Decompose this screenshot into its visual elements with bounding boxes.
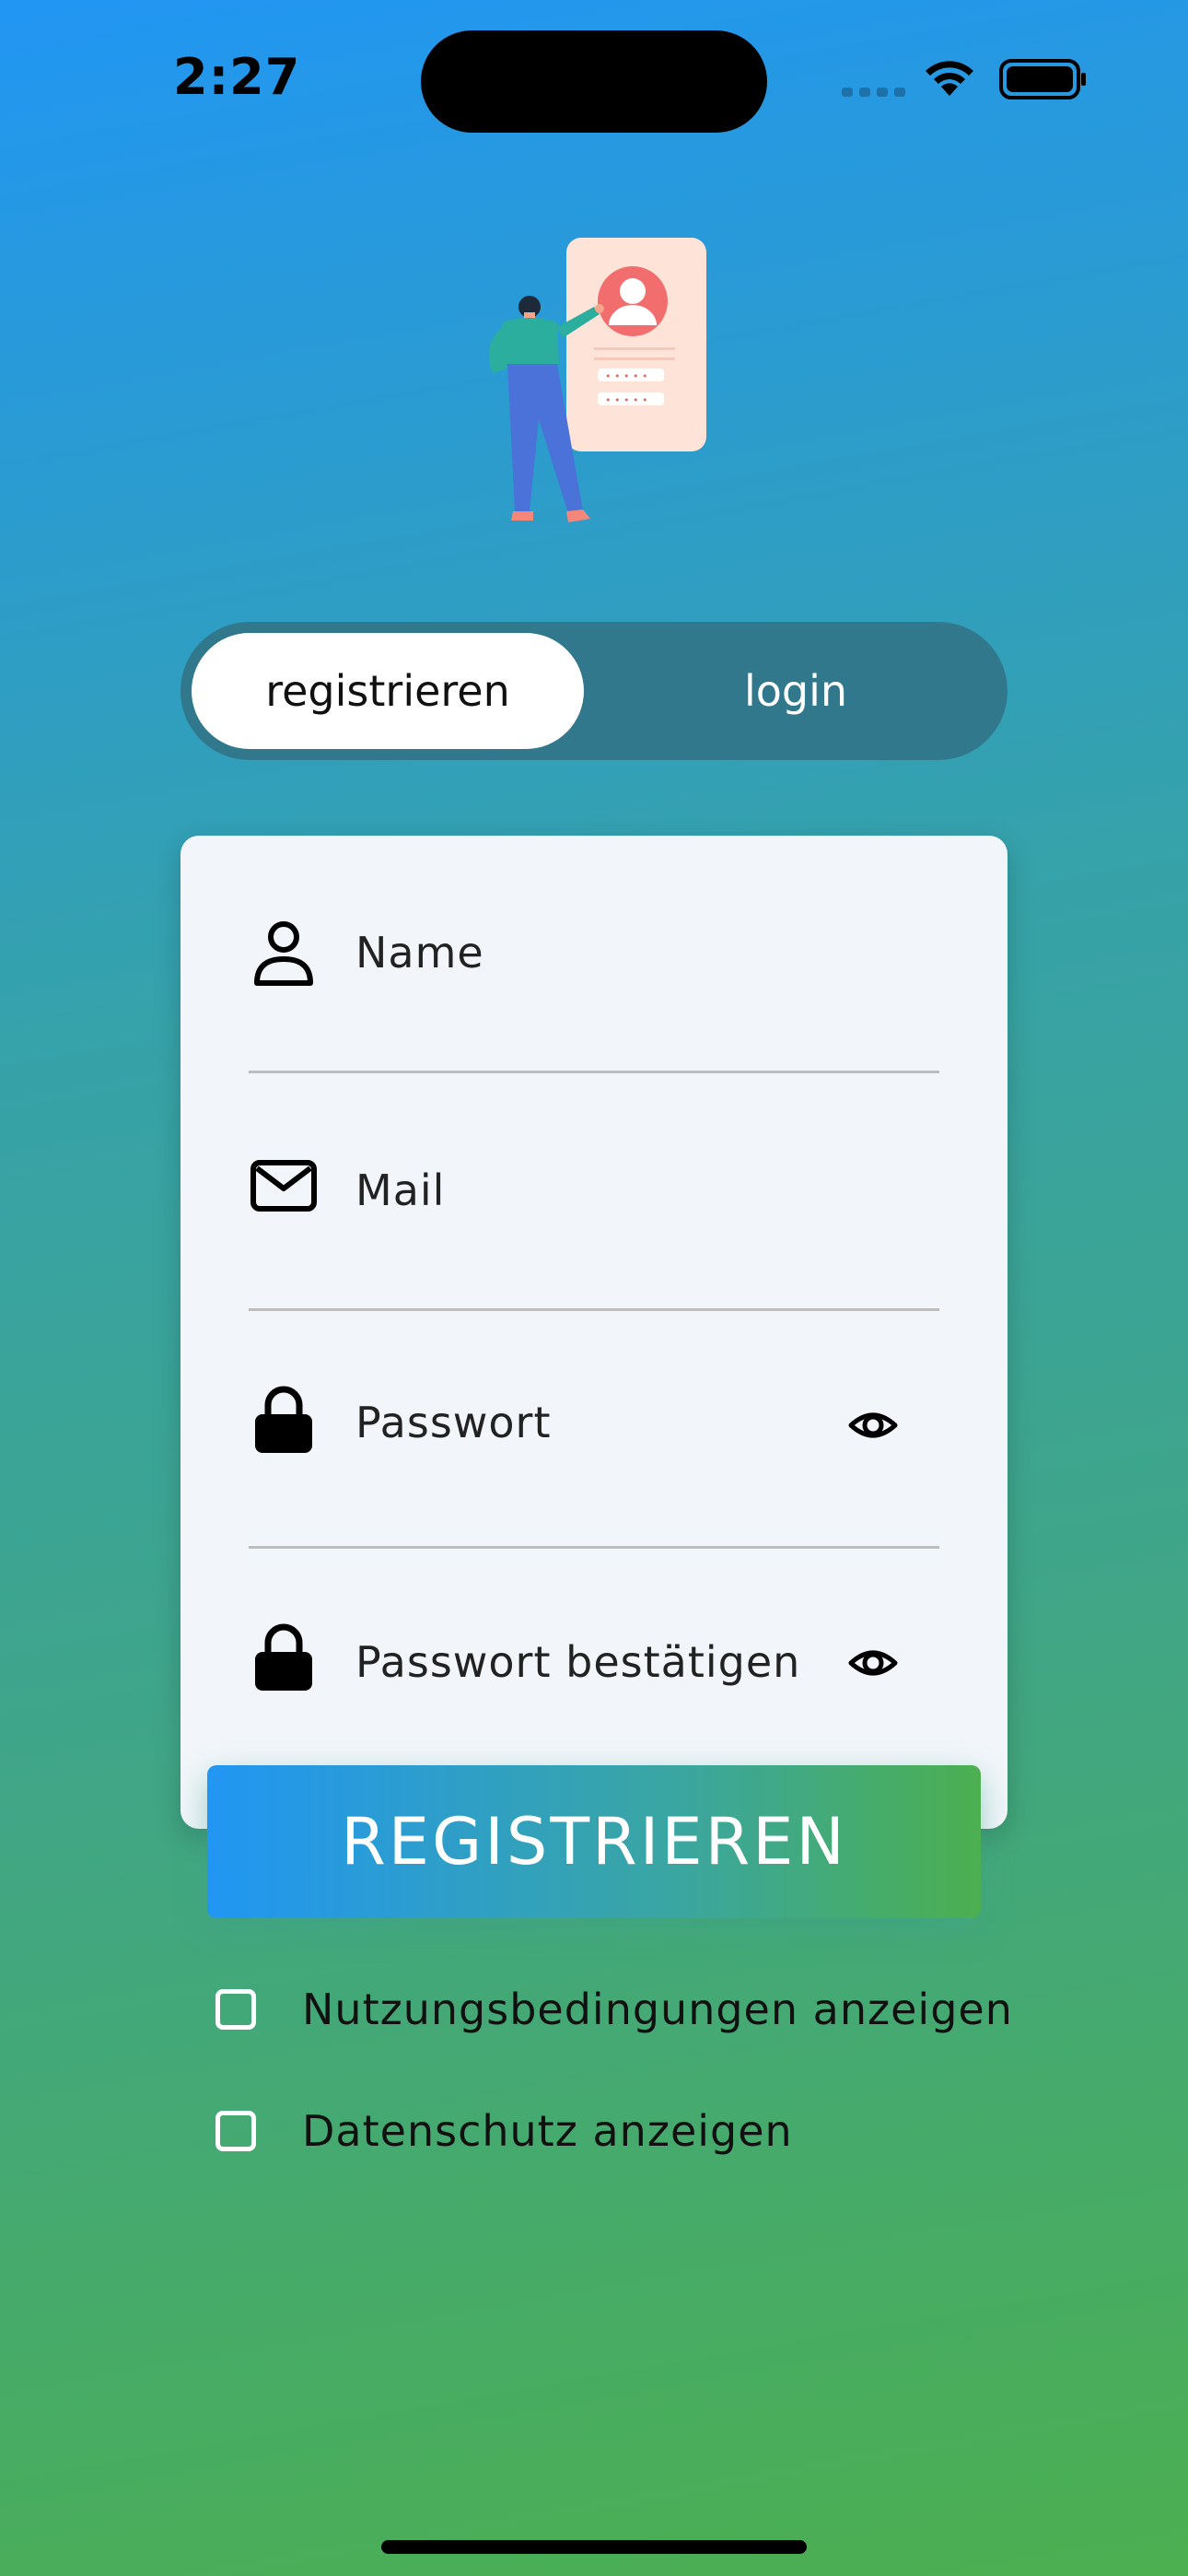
cellular-signal-icon	[842, 88, 905, 97]
password-field[interactable]: Passwort	[249, 1311, 939, 1549]
battery-icon	[999, 59, 1086, 100]
tab-registrieren[interactable]: registrieren	[192, 633, 584, 749]
svg-text:• • • • •: • • • • •	[605, 370, 647, 382]
person-with-profile-card-illustration: • • • • • • • • • •	[488, 238, 706, 522]
eye-icon[interactable]	[847, 1637, 899, 1689]
register-button[interactable]: REGISTRIEREN	[207, 1765, 981, 1918]
home-indicator[interactable]	[381, 2540, 807, 2554]
status-time: 2:27	[173, 48, 301, 106]
wifi-icon	[926, 61, 973, 96]
mail-field-label: Mail	[355, 1165, 446, 1215]
registration-form-card: Name Mail Passwort Passwort bestätigen	[181, 836, 1007, 1829]
mail-icon	[249, 1151, 319, 1221]
mail-field[interactable]: Mail	[249, 1073, 939, 1311]
terms-label: Nutzungsbedingungen anzeigen	[302, 1985, 1013, 2034]
auth-mode-switch: registrieren login	[181, 622, 1007, 760]
terms-checkbox-row[interactable]: Nutzungsbedingungen anzeigen	[215, 1985, 1013, 2034]
password-field-label: Passwort	[355, 1398, 552, 1447]
confirm-password-field-label: Passwort bestätigen	[355, 1637, 801, 1687]
privacy-checkbox[interactable]	[215, 2111, 256, 2151]
privacy-label: Datenschutz anzeigen	[302, 2106, 793, 2156]
name-field-label: Name	[355, 928, 484, 978]
name-field[interactable]: Name	[249, 836, 939, 1073]
eye-icon[interactable]	[847, 1399, 899, 1451]
person-icon	[249, 919, 319, 989]
terms-checkbox[interactable]	[215, 1989, 256, 2030]
lock-icon	[249, 1385, 319, 1455]
tab-login[interactable]: login	[595, 633, 996, 749]
confirm-password-field[interactable]: Passwort bestätigen	[249, 1549, 939, 1786]
svg-text:• • • • •: • • • • •	[605, 394, 647, 406]
dynamic-island	[421, 30, 767, 133]
privacy-checkbox-row[interactable]: Datenschutz anzeigen	[215, 2106, 793, 2156]
lock-icon	[249, 1622, 319, 1692]
